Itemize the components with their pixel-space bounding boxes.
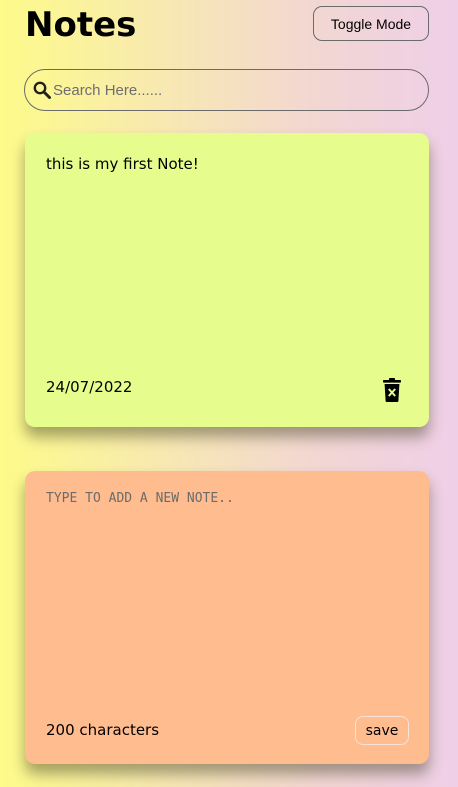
new-note-card: 200 characters save: [25, 471, 429, 764]
search-input[interactable]: [53, 76, 413, 104]
new-note-input[interactable]: [46, 491, 406, 681]
note-text: this is my first Note!: [46, 155, 199, 173]
trash-icon[interactable]: [383, 378, 401, 402]
character-count: 200 characters: [46, 721, 160, 739]
search-icon: [33, 81, 51, 99]
note-card: this is my first Note! 24/07/2022: [25, 133, 429, 427]
search-bar: [24, 69, 429, 111]
note-date: 24/07/2022: [46, 378, 133, 396]
save-button[interactable]: save: [355, 716, 409, 745]
toggle-mode-button[interactable]: Toggle Mode: [313, 6, 429, 41]
app-title: Notes: [25, 5, 137, 45]
